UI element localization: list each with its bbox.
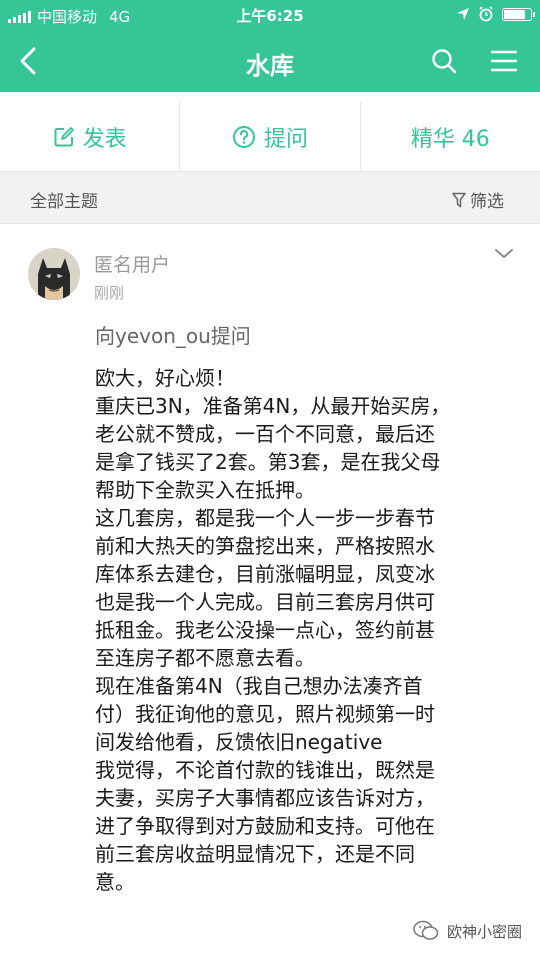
post-line: 也是我一个人完成。目前三套房月供可	[95, 590, 435, 614]
post-line: 现在准备第4N（我自己想办法凑齐首	[95, 674, 423, 698]
post-line: 意。	[95, 870, 135, 894]
post-line: 前和大热天的笋盘挖出来，严格按照水	[95, 534, 435, 558]
essence-button[interactable]: 精华 46	[361, 102, 540, 171]
all-topics-label[interactable]: 全部主题	[30, 187, 98, 212]
essence-button-label: 精华 46	[410, 126, 490, 152]
alarm-clock-icon	[479, 6, 493, 22]
post-line: 帮助下全款买入在抵押。	[95, 478, 315, 502]
watermark: 欧神小密圈	[413, 920, 522, 942]
status-bar: 中国移动 4G 上午6:25	[0, 0, 540, 30]
post-line: 是拿了钱买了2套。第3套，是在我父母	[95, 450, 441, 474]
post-line: 抵租金。我老公没操一点心，签约前甚	[95, 618, 435, 642]
location-arrow-icon	[457, 8, 469, 20]
batman-avatar-icon	[28, 248, 80, 300]
post-line: 付）我征询他的意见，照片视频第一时	[95, 702, 435, 726]
post-line: 至连房子都不愿意去看。	[95, 646, 315, 670]
post-card: 匿名用户 刚刚 向yevon_ou提问 欧大，好心烦！ 重庆已3N，准备第4N，…	[0, 224, 540, 960]
post-line: 重庆已3N，准备第4N，从最开始买房，	[95, 394, 451, 418]
search-button[interactable]	[424, 41, 464, 81]
action-bar: 发表 提问 精华 46	[0, 102, 540, 172]
chevron-down-icon	[495, 249, 513, 259]
filter-label: 筛选	[470, 192, 504, 212]
battery-icon	[502, 7, 535, 21]
menu-button[interactable]	[484, 41, 524, 81]
post-line: 我觉得，不论首付款的钱谁出，既然是	[95, 758, 435, 782]
edit-icon	[54, 126, 74, 146]
post-body: 欧大，好心烦！ 重庆已3N，准备第4N，从最开始买房， 老公就不赞成，一百个不同…	[95, 364, 515, 896]
question-recipient: 向yevon_ou提问	[95, 324, 251, 348]
post-line: 前三套房收益明显情况下，还是不同	[95, 842, 415, 866]
post-line: 欧大，好心烦！	[95, 366, 235, 390]
filter-icon	[452, 192, 466, 207]
post-line: 库体系去建仓，目前涨幅明显，凤变冰	[95, 562, 435, 586]
post-line: 这几套房，都是我一个人一步一步春节	[95, 506, 435, 530]
ask-button[interactable]: 提问	[180, 102, 361, 171]
status-right	[456, 6, 535, 22]
question-icon	[232, 125, 255, 148]
wechat-icon	[413, 920, 439, 940]
post-time: 刚刚	[94, 284, 125, 302]
post-line: 进了争取得到对方鼓励和支持。可他在	[95, 814, 435, 838]
post-button[interactable]: 发表	[0, 102, 181, 171]
post-line: 老公就不赞成，一百个不同意，最后还	[95, 422, 435, 446]
watermark-text: 欧神小密圈	[446, 922, 522, 941]
author-name[interactable]: 匿名用户	[94, 250, 170, 277]
ask-button-label: 提问	[263, 126, 308, 152]
expand-button[interactable]	[492, 244, 516, 264]
nav-bar: 水库	[0, 30, 540, 92]
post-button-label: 发表	[82, 126, 127, 152]
filter-button[interactable]: 筛选	[452, 187, 504, 212]
filter-bar: 全部主题 筛选	[0, 172, 540, 224]
menu-icon	[490, 50, 518, 72]
post-line: 间发给他看，反馈依旧negative	[95, 730, 383, 754]
post-line: 夫妻，买房子大事情都应该告诉对方，	[95, 786, 435, 810]
search-icon	[432, 49, 457, 74]
avatar[interactable]	[28, 248, 80, 300]
